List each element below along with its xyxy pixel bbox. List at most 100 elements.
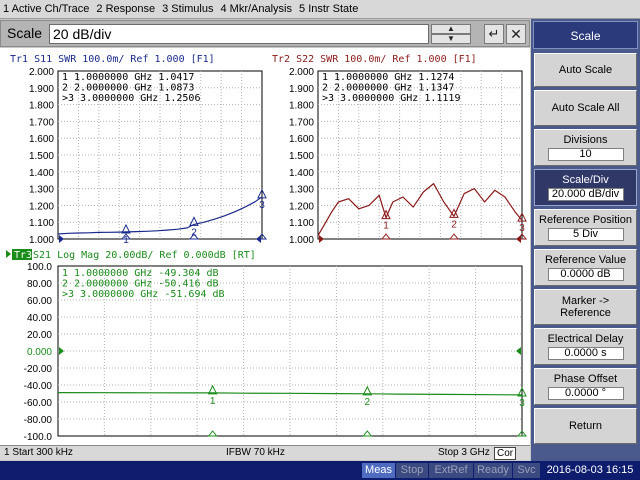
tr3-marker-label: 1	[210, 396, 216, 407]
menu-mkr-analysis[interactable]: 4 Mkr/Analysis	[217, 3, 296, 15]
return-label: Return	[568, 420, 603, 432]
tr3-panel: 100.0 80.00 60.00 40.00 20.00 0.000 -20.00 -40.…	[6, 249, 528, 443]
tr1-panel: 2.000 1.900 1.800 1.700 1.600 1.500 1.400 1.300…	[10, 54, 268, 246]
tr3-marker-label: 3	[519, 398, 525, 409]
divisions-value: 10	[547, 148, 624, 161]
reference-position-button[interactable]: Reference Position 5 Div	[534, 209, 637, 246]
tr3-y-tick: 60.00	[27, 296, 52, 307]
reference-value-value: 0.0000 dB	[547, 268, 624, 281]
tr2-y-tick: 1.700	[289, 117, 314, 128]
tr1-y-tick: 1.400	[29, 168, 54, 179]
tr2-y-tick: 1.600	[289, 134, 314, 145]
entry-bar: Scale 20 dB/div ▲ ▼ ↵ ✕	[0, 20, 530, 47]
tr1-marker-label: 3	[259, 200, 265, 211]
auto-scale-label: Auto Scale	[558, 64, 613, 76]
extref-indicator: ExtRef	[429, 463, 473, 478]
tr1-y-tick: 1.700	[29, 117, 54, 128]
enter-button[interactable]: ↵	[484, 24, 504, 44]
active-trace-icon	[6, 250, 11, 258]
softkey-panel: Scale Auto Scale Auto Scale All Division…	[531, 19, 640, 461]
tr3-y-tick: -80.00	[24, 415, 53, 426]
tr2-y-tick: 1.900	[289, 84, 314, 95]
ready-indicator: Ready	[474, 463, 512, 478]
tr3-y-tick: -100.0	[24, 432, 53, 443]
electrical-delay-button[interactable]: Electrical Delay 0.0000 s	[534, 328, 637, 365]
marker-to-reference-button[interactable]: Marker -> Reference	[534, 289, 637, 325]
spin-up-button[interactable]: ▲	[431, 24, 471, 34]
tr1-y-tick: 1.500	[29, 151, 54, 162]
return-button[interactable]: Return	[534, 408, 637, 444]
tr2-marker-label: 3	[519, 223, 525, 234]
phase-offset-label: Phase Offset	[553, 373, 618, 385]
tr2-y-tick: 1.200	[289, 201, 314, 212]
tr2-y-tick: 1.300	[289, 185, 314, 196]
softkey-title: Scale	[533, 21, 638, 49]
auto-scale-all-label: Auto Scale All	[551, 102, 620, 114]
menu-response[interactable]: 2 Response	[93, 3, 159, 15]
tr2-title: Tr2 S22 SWR 100.0m/ Ref 1.000 [F1]	[272, 54, 477, 65]
tr3-y-tick: -40.00	[24, 381, 53, 392]
tr3-marker-row: 1 1.0000000 GHz -49.304 dB	[62, 268, 219, 279]
ifbw: IFBW 70 kHz	[226, 447, 285, 458]
tr1-y-tick: 1.900	[29, 84, 54, 95]
tr1-marker-row: >3 3.0000000 GHz 1.2506	[62, 93, 200, 104]
marker-to-reference-label-2: Reference	[560, 307, 611, 319]
start-frequency: 1 Start 300 kHz	[4, 447, 73, 458]
scale-div-label: Scale/Div	[562, 174, 609, 186]
tr1-y-tick: 1.600	[29, 134, 54, 145]
tr2-y-tick: 2.000	[289, 67, 314, 78]
tr3-marker-row: 2 2.0000000 GHz -50.416 dB	[62, 279, 219, 290]
auto-scale-button[interactable]: Auto Scale	[534, 53, 637, 87]
tr3-y-tick: 0.000	[27, 347, 52, 358]
tr3-marker-label: 2	[365, 397, 371, 408]
menu-stimulus[interactable]: 3 Stimulus	[159, 3, 217, 15]
plot-area: 2.000 1.900 1.800 1.700 1.600 1.500 1.400 1.300…	[0, 48, 530, 445]
reference-value-button[interactable]: Reference Value 0.0000 dB	[534, 249, 637, 286]
scale-div-button[interactable]: Scale/Div 20.000 dB/div	[534, 169, 637, 206]
tr2-marker-label: 1	[383, 221, 389, 232]
tr2-marker-row: >3 3.0000000 GHz 1.1119	[322, 93, 460, 104]
phase-offset-button[interactable]: Phase Offset 0.0000 °	[534, 368, 637, 405]
spin-down-button[interactable]: ▼	[431, 34, 471, 44]
electrical-delay-value: 0.0000 s	[547, 347, 624, 360]
electrical-delay-label: Electrical Delay	[547, 333, 624, 345]
reference-position-label: Reference Position	[539, 214, 632, 226]
cor-badge: Cor	[494, 447, 517, 460]
phase-offset-value: 0.0000 °	[547, 387, 624, 400]
reference-position-value: 5 Div	[547, 228, 624, 241]
auto-scale-all-button[interactable]: Auto Scale All	[534, 90, 637, 126]
tr2-marker-row: 1 1.0000000 GHz 1.1274	[322, 72, 454, 83]
entry-label: Scale	[7, 25, 43, 41]
menu-bar: 1 Active Ch/Trace 2 Response 3 Stimulus …	[0, 0, 640, 19]
tr1-y-tick: 1.300	[29, 185, 54, 196]
menu-active-ch-trace[interactable]: 1 Active Ch/Trace	[0, 3, 93, 15]
tr1-title: Tr1 S11 SWR 100.0m/ Ref 1.000 [F1]	[10, 54, 215, 65]
tr2-y-tick: 1.800	[289, 101, 314, 112]
marker-to-reference-label-1: Marker ->	[561, 295, 610, 307]
trace-plots: 2.000 1.900 1.800 1.700 1.600 1.500 1.400 1.300…	[6, 54, 528, 443]
tr2-y-tick: 1.100	[289, 218, 314, 229]
tr3-y-tick: 80.00	[27, 279, 52, 290]
tr3-marker-row: >3 3.0000000 GHz -51.694 dB	[62, 289, 225, 300]
tr3-y-tick: 20.00	[27, 330, 52, 341]
scale-div-value: 20.000 dB/div	[547, 188, 624, 201]
tr3-title: S21 Log Mag 20.00dB/ Ref 0.000dB [RT]	[33, 250, 256, 261]
tr1-marker-row: 2 2.0000000 GHz 1.0873	[62, 83, 194, 94]
tr3-y-tick: -60.00	[24, 398, 53, 409]
stop-indicator: Stop	[396, 463, 428, 478]
date-time: 2016-08-03 16:15	[546, 464, 634, 476]
channel-status-bar: 1 Start 300 kHz IFBW 70 kHz Stop 3 GHz C…	[0, 445, 530, 460]
divisions-label: Divisions	[563, 134, 608, 146]
tr1-y-tick: 1.100	[29, 218, 54, 229]
tr1-y-tick: 1.200	[29, 201, 54, 212]
tr2-y-tick: 1.500	[289, 151, 314, 162]
scale-entry-field[interactable]: 20 dB/div	[49, 24, 429, 44]
close-entry-button[interactable]: ✕	[506, 24, 526, 44]
tr3-title-tag: Tr3	[14, 250, 32, 261]
svc-indicator: Svc	[513, 463, 540, 478]
divisions-button[interactable]: Divisions 10	[534, 129, 637, 166]
menu-instr-state[interactable]: 5 Instr State	[296, 3, 362, 15]
tr2-y-tick: 1.400	[289, 168, 314, 179]
tr3-y-tick: 40.00	[27, 313, 52, 324]
tr1-marker-row: 1 1.0000000 GHz 1.0417	[62, 72, 194, 83]
